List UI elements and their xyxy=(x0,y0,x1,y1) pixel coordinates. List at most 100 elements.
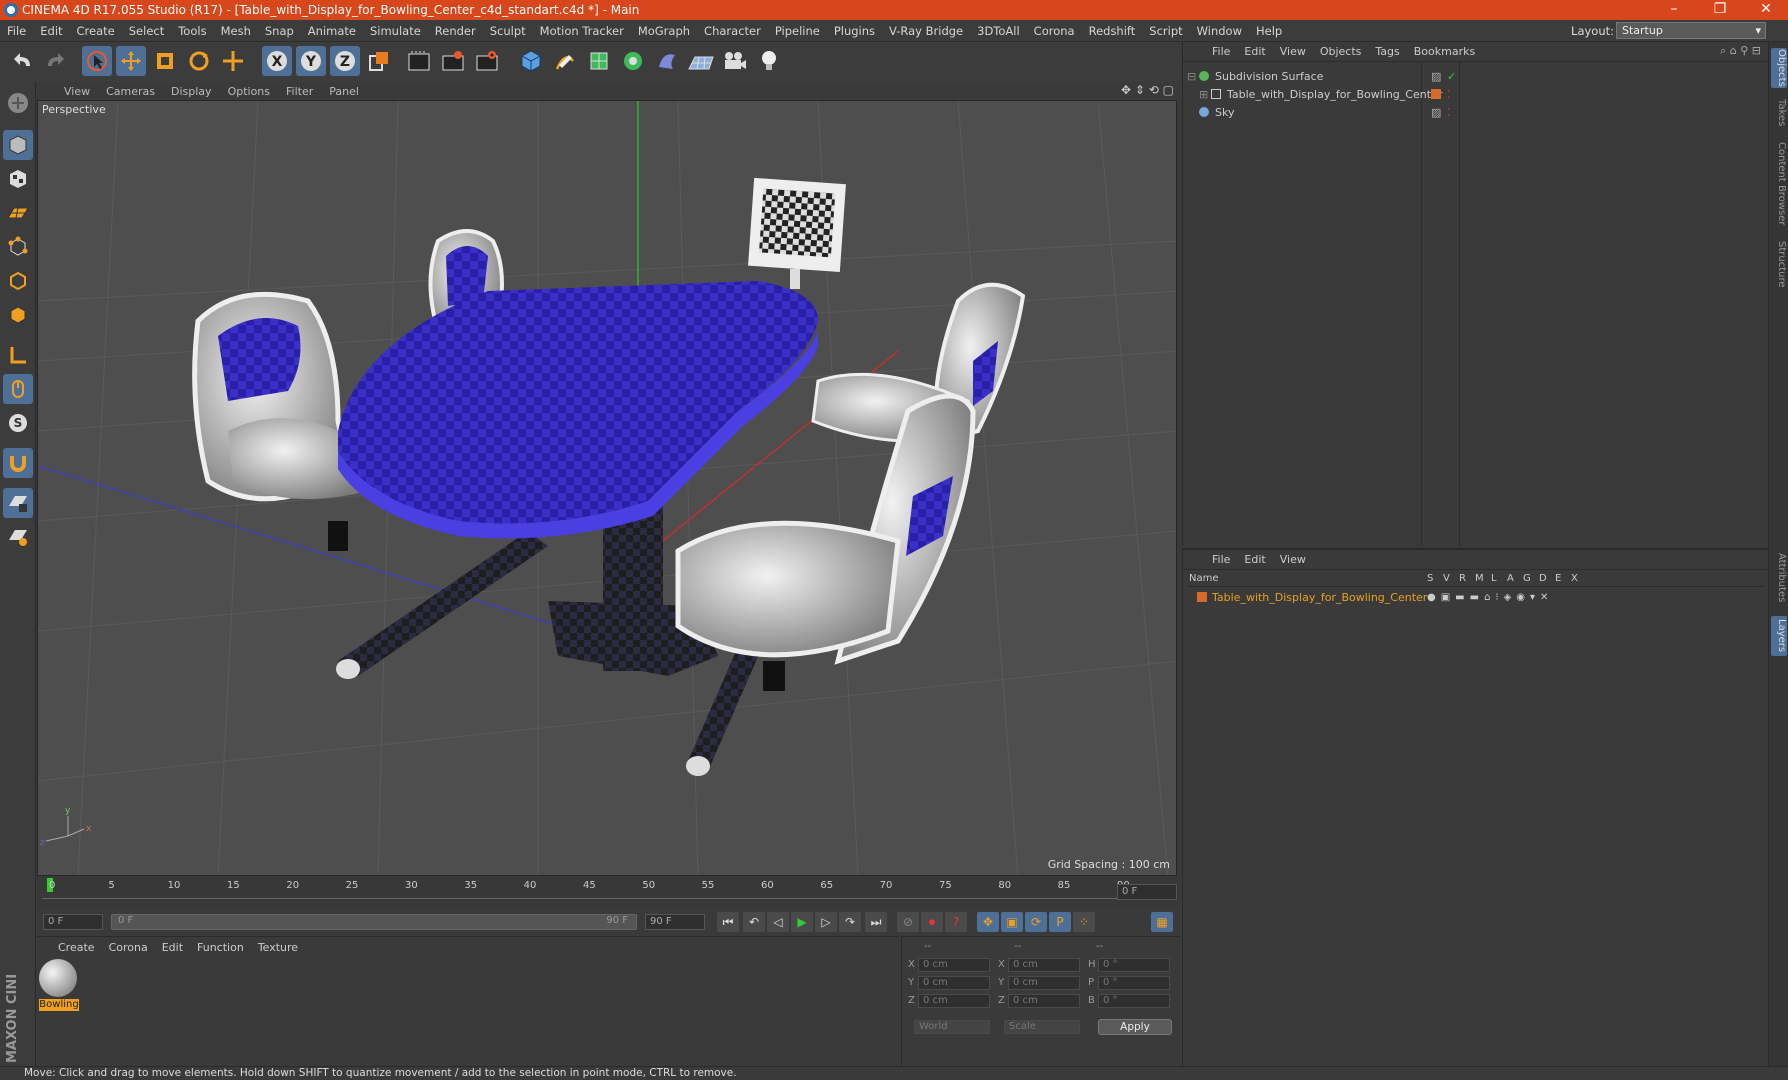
viewport-menu-view[interactable]: View xyxy=(56,85,98,98)
scale-icon[interactable] xyxy=(150,46,180,76)
menu-create[interactable]: Create xyxy=(70,24,122,38)
menu-edit[interactable]: Edit xyxy=(33,24,69,38)
menu-3dtoall[interactable]: 3DToAll xyxy=(970,24,1027,38)
menu-mograph[interactable]: MoGraph xyxy=(631,24,697,38)
menu-script[interactable]: Script xyxy=(1142,24,1189,38)
object-menu-view[interactable]: View xyxy=(1273,45,1313,58)
tab-objects[interactable]: Objects xyxy=(1771,48,1787,88)
menu-corona[interactable]: Corona xyxy=(1027,24,1082,38)
coord-rot-b-field[interactable]: 0 ° xyxy=(1098,994,1170,1008)
menu-character[interactable]: Character xyxy=(697,24,768,38)
next-key-icon[interactable]: ↷ xyxy=(839,912,861,932)
layer-flags-icons[interactable]: ●▣▬▬⌂⁝◈◉▾✕ xyxy=(1427,592,1553,603)
play-icon[interactable]: ▶ xyxy=(791,912,813,932)
menu-animate[interactable]: Animate xyxy=(301,24,363,38)
subdivision-icon[interactable] xyxy=(584,46,614,76)
menu-simulate[interactable]: Simulate xyxy=(363,24,428,38)
coord-rot-p-field[interactable]: 0 ° xyxy=(1098,976,1170,990)
object-row-table[interactable]: ⊞ Table_with_Display_for_Bowling_Center … xyxy=(1187,85,1765,103)
minimize-button[interactable]: – xyxy=(1654,0,1694,20)
viewport-menu-panel[interactable]: Panel xyxy=(321,85,367,98)
layer-menu-view[interactable]: View xyxy=(1273,553,1313,566)
record-keys-icon[interactable]: ⊘ xyxy=(897,912,919,932)
close-button[interactable]: ✕ xyxy=(1746,0,1786,20)
layer-menu-edit[interactable]: Edit xyxy=(1237,553,1272,566)
coord-rot-h-field[interactable]: 0 ° xyxy=(1098,958,1170,972)
material-menu-corona[interactable]: Corona xyxy=(102,941,155,954)
previous-frame-icon[interactable]: ◁ xyxy=(767,912,789,932)
x-axis-icon[interactable]: X xyxy=(262,46,292,76)
solo-mode-icon[interactable]: S xyxy=(3,408,33,438)
key-pla-icon[interactable]: ⁘ xyxy=(1073,912,1095,932)
visibility-toggle-icon[interactable]: ▨ xyxy=(1431,106,1441,119)
object-row-sky[interactable]: Sky ▨ ⁚ xyxy=(1187,103,1765,121)
y-axis-icon[interactable]: Y xyxy=(296,46,326,76)
timeline-ruler[interactable]: 051015202530354045505560657075808590 0 F xyxy=(37,876,1180,912)
make-editable-icon[interactable] xyxy=(3,88,33,118)
floor-icon[interactable] xyxy=(686,46,716,76)
tab-takes[interactable]: Takes xyxy=(1771,98,1787,128)
menu-render[interactable]: Render xyxy=(428,24,483,38)
redo-icon[interactable] xyxy=(40,46,70,76)
object-menu-bookmarks[interactable]: Bookmarks xyxy=(1407,45,1482,58)
object-row-subdivision-surface[interactable]: ⊟ Subdivision Surface ▨ ✓ xyxy=(1187,67,1765,85)
menu-select[interactable]: Select xyxy=(122,24,171,38)
menu-mesh[interactable]: Mesh xyxy=(214,24,258,38)
menu-window[interactable]: Window xyxy=(1190,24,1249,38)
camera-icon[interactable] xyxy=(720,46,750,76)
pen-icon[interactable] xyxy=(550,46,580,76)
rotate-icon[interactable] xyxy=(184,46,214,76)
coord-pos-y-field[interactable]: 0 cm xyxy=(918,976,990,990)
move-icon[interactable] xyxy=(116,46,146,76)
tweak-mode-icon[interactable] xyxy=(3,374,33,404)
tab-attributes[interactable]: Attributes xyxy=(1771,548,1787,608)
render-view-icon[interactable] xyxy=(404,46,434,76)
tab-layers[interactable]: Layers xyxy=(1771,616,1787,656)
keyframe-selection-icon[interactable]: ? xyxy=(945,912,967,932)
axis-mode-icon[interactable] xyxy=(3,340,33,370)
cube-icon[interactable] xyxy=(516,46,546,76)
layout-dropdown[interactable]: Startup ▾ xyxy=(1616,22,1766,39)
snap-settings-icon[interactable] xyxy=(3,522,33,552)
frame-range-slider[interactable]: 0 F 90 F xyxy=(111,914,637,930)
menu-help[interactable]: Help xyxy=(1249,24,1289,38)
key-scale-icon[interactable]: ▣ xyxy=(1001,912,1023,932)
apply-button[interactable]: Apply xyxy=(1098,1019,1172,1035)
select-arrow-icon[interactable] xyxy=(82,46,112,76)
object-menu-objects[interactable]: Objects xyxy=(1313,45,1369,58)
go-to-end-icon[interactable]: ⏭ xyxy=(865,912,887,932)
coord-mode-scale-dropdown[interactable]: Scale xyxy=(1004,1020,1080,1034)
restore-button[interactable]: ❐ xyxy=(1700,0,1740,20)
light-icon[interactable] xyxy=(754,46,784,76)
visibility-dots-icon[interactable]: ⁚ xyxy=(1447,106,1451,119)
3d-viewport[interactable]: y x z Perspective Grid Spacing : 100 cm xyxy=(37,100,1177,876)
polygons-mode-icon[interactable] xyxy=(3,300,33,330)
material-menu-create[interactable]: Create xyxy=(51,941,102,954)
z-axis-icon[interactable]: Z xyxy=(330,46,360,76)
tab-structure[interactable]: Structure xyxy=(1771,238,1787,290)
points-mode-icon[interactable] xyxy=(3,232,33,262)
coord-size-y-field[interactable]: 0 cm xyxy=(1008,976,1080,990)
key-position-icon[interactable]: ✥ xyxy=(977,912,999,932)
material-menu-edit[interactable]: Edit xyxy=(155,941,190,954)
material-menu-texture[interactable]: Texture xyxy=(251,941,305,954)
coord-pos-z-field[interactable]: 0 cm xyxy=(918,994,990,1008)
coordinate-system-icon[interactable] xyxy=(364,46,394,76)
timeline-layout-icon[interactable]: ▦ xyxy=(1151,912,1173,932)
expand-toggle-icon[interactable]: ⊟ xyxy=(1187,70,1199,83)
previous-key-icon[interactable]: ↶ xyxy=(743,912,765,932)
coord-size-z-field[interactable]: 0 cm xyxy=(1008,994,1080,1008)
object-menu-tags[interactable]: Tags xyxy=(1368,45,1406,58)
start-frame-field[interactable]: 0 F xyxy=(43,914,103,930)
enabled-check-icon[interactable]: ✓ xyxy=(1447,70,1456,83)
render-settings-icon[interactable] xyxy=(472,46,502,76)
menu-redshift[interactable]: Redshift xyxy=(1082,24,1143,38)
key-rotation-icon[interactable]: ⟳ xyxy=(1025,912,1047,932)
end-frame-field[interactable]: 90 F xyxy=(645,914,705,930)
layer-menu-file[interactable]: File xyxy=(1205,553,1237,566)
deformer-icon[interactable] xyxy=(652,46,682,76)
transform-icon[interactable] xyxy=(218,46,248,76)
magnet-icon[interactable] xyxy=(3,448,33,478)
object-search-icon[interactable]: ⌕ ⌂ ⚲ ⊟ xyxy=(1720,44,1761,58)
menu-file[interactable]: File xyxy=(0,24,33,38)
